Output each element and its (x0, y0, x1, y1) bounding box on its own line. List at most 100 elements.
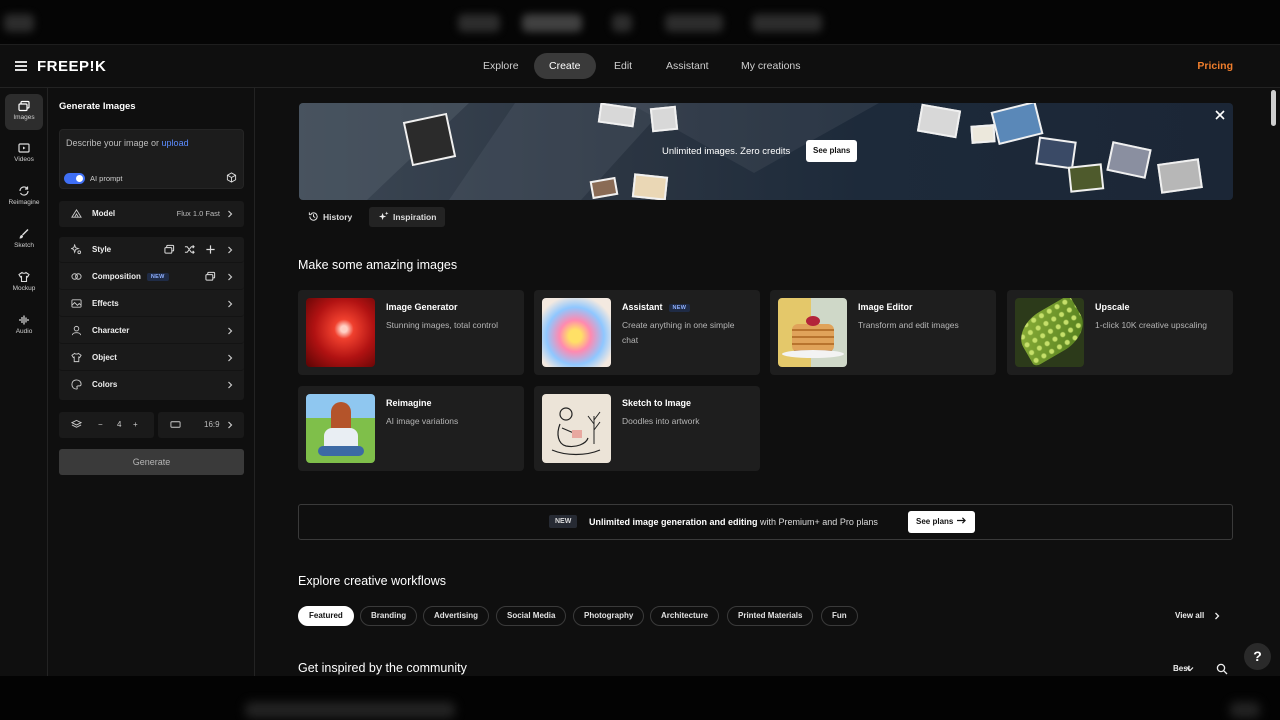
help-button[interactable]: ? (1244, 643, 1271, 670)
nav-tab-create[interactable]: Create (534, 53, 596, 79)
prompt-input[interactable]: Describe your image or upload AI prompt (59, 129, 244, 189)
tab-history[interactable]: History (299, 207, 361, 227)
chip-architecture[interactable]: Architecture (650, 606, 720, 626)
option-label: Object (92, 353, 117, 362)
refresh-icon (19, 186, 29, 196)
new-badge: NEW (668, 304, 691, 312)
section-title-community: Get inspired by the community (298, 661, 467, 675)
card-title: Image Generator (386, 302, 458, 312)
cube-icon[interactable] (226, 172, 237, 183)
card-thumbnail (306, 298, 375, 367)
chevron-right-icon (228, 381, 233, 389)
banner-photo (916, 103, 962, 139)
card-description: Stunning images, total control (386, 320, 498, 330)
images-icon[interactable] (205, 271, 216, 282)
panel-title: Generate Images (59, 101, 136, 112)
chip-featured[interactable]: Featured (298, 606, 354, 626)
promo-text: Unlimited image generation and editing w… (589, 517, 878, 527)
rail-label: Mockup (12, 285, 36, 292)
tool-card-image-generator[interactable]: Image Generator Stunning images, total c… (298, 290, 524, 375)
rail-item-mockup[interactable]: Mockup (5, 265, 43, 301)
promo-see-plans-button[interactable]: See plans (908, 511, 975, 533)
banner-text: Unlimited images. Zero credits (662, 146, 791, 157)
chevron-right-icon (228, 300, 233, 308)
option-character[interactable]: Character (59, 318, 244, 344)
menu-icon[interactable] (15, 61, 27, 71)
tool-card-sketch-to-image[interactable]: Sketch to Image Doodles into artwork (534, 386, 760, 471)
decrement-button[interactable]: − (98, 420, 103, 429)
model-icon (71, 208, 82, 218)
option-composition[interactable]: Composition NEW (59, 264, 244, 290)
banner-see-plans-button[interactable]: See plans (806, 140, 858, 162)
tab-label: Inspiration (393, 212, 437, 222)
rail-item-reimagine[interactable]: Reimagine (5, 179, 43, 215)
tool-card-upscale[interactable]: Upscale 1-click 10K creative upscaling (1007, 290, 1233, 375)
tool-rail: Images Videos Reimagine Sketch Mockup Au… (0, 88, 48, 676)
card-thumbnail (542, 298, 611, 367)
chip-printed-materials[interactable]: Printed Materials (727, 606, 814, 626)
card-title: Upscale (1095, 302, 1130, 312)
ai-prompt-toggle[interactable] (64, 173, 85, 184)
model-selector[interactable]: Model Flux 1.0 Fast (59, 201, 244, 227)
tool-card-reimagine[interactable]: Reimagine AI image variations (298, 386, 524, 471)
person-legs (318, 446, 364, 456)
blurred-tab (4, 14, 34, 32)
section-title-tools: Make some amazing images (298, 258, 458, 272)
upload-link[interactable]: upload (162, 138, 189, 148)
rail-item-sketch[interactable]: Sketch (5, 222, 43, 258)
tool-card-image-editor[interactable]: Image Editor Transform and edit images (770, 290, 996, 375)
generate-button[interactable]: Generate (59, 449, 244, 475)
nav-tab-explore[interactable]: Explore (468, 53, 534, 79)
nav-tab-my-creations[interactable]: My creations (726, 53, 816, 79)
tool-card-assistant[interactable]: Assistant NEW Create anything in one simp… (534, 290, 760, 375)
banner-photo (1067, 163, 1105, 193)
option-label-text: Composition (92, 272, 141, 281)
nav-tab-assistant[interactable]: Assistant (651, 53, 724, 79)
history-icon (308, 212, 318, 221)
new-badge: NEW (146, 273, 169, 281)
blurred-tab (665, 14, 723, 32)
chip-advertising[interactable]: Advertising (423, 606, 490, 626)
ai-prompt-label: AI prompt (90, 174, 123, 183)
images-icon[interactable] (164, 244, 175, 255)
banner-photo (402, 112, 457, 167)
freepik-logo[interactable]: FREEP!K (37, 58, 106, 75)
count-stepper: − 4 + (59, 412, 154, 438)
search-icon[interactable] (1216, 663, 1228, 675)
chevron-down-icon[interactable] (1186, 666, 1194, 672)
rail-item-images[interactable]: Images (5, 94, 43, 130)
chevron-right-icon[interactable] (1214, 611, 1220, 621)
sketch-drawing (551, 407, 601, 456)
chip-social-media[interactable]: Social Media (496, 606, 567, 626)
promo-button-label: See plans (916, 517, 954, 526)
chip-branding[interactable]: Branding (360, 606, 418, 626)
option-object[interactable]: Object (59, 345, 244, 371)
rail-item-videos[interactable]: Videos (5, 136, 43, 172)
plus-icon[interactable] (205, 244, 216, 255)
rail-item-audio[interactable]: Audio (5, 308, 43, 344)
view-all-link[interactable]: View all (1175, 611, 1204, 620)
rail-label: Sketch (14, 242, 34, 249)
option-style[interactable]: Style (59, 237, 244, 263)
option-colors[interactable]: Colors (59, 372, 244, 398)
plans-promo-bar: NEW Unlimited image generation and editi… (298, 504, 1233, 540)
banner-photo (1106, 141, 1152, 179)
close-icon[interactable] (1214, 109, 1226, 121)
blurred-taskbar-item (1230, 702, 1260, 718)
increment-button[interactable]: + (133, 420, 138, 429)
blurred-taskbar-item (245, 702, 455, 718)
card-thumbnail (542, 394, 611, 463)
shuffle-icon[interactable] (184, 244, 195, 255)
option-effects[interactable]: Effects (59, 291, 244, 317)
rail-label: Audio (15, 328, 33, 335)
tab-inspiration[interactable]: Inspiration (369, 207, 446, 227)
chip-photography[interactable]: Photography (573, 606, 645, 626)
nav-tab-edit[interactable]: Edit (599, 53, 647, 79)
aspect-ratio-selector[interactable]: 16:9 (158, 412, 244, 438)
blurred-tab (752, 14, 822, 32)
pricing-link[interactable]: Pricing (1197, 60, 1233, 72)
browser-chrome-top (0, 0, 1280, 45)
scrollbar-thumb[interactable] (1271, 90, 1276, 126)
chip-fun[interactable]: Fun (821, 606, 858, 626)
promo-text-rest: with Premium+ and Pro plans (757, 517, 878, 527)
